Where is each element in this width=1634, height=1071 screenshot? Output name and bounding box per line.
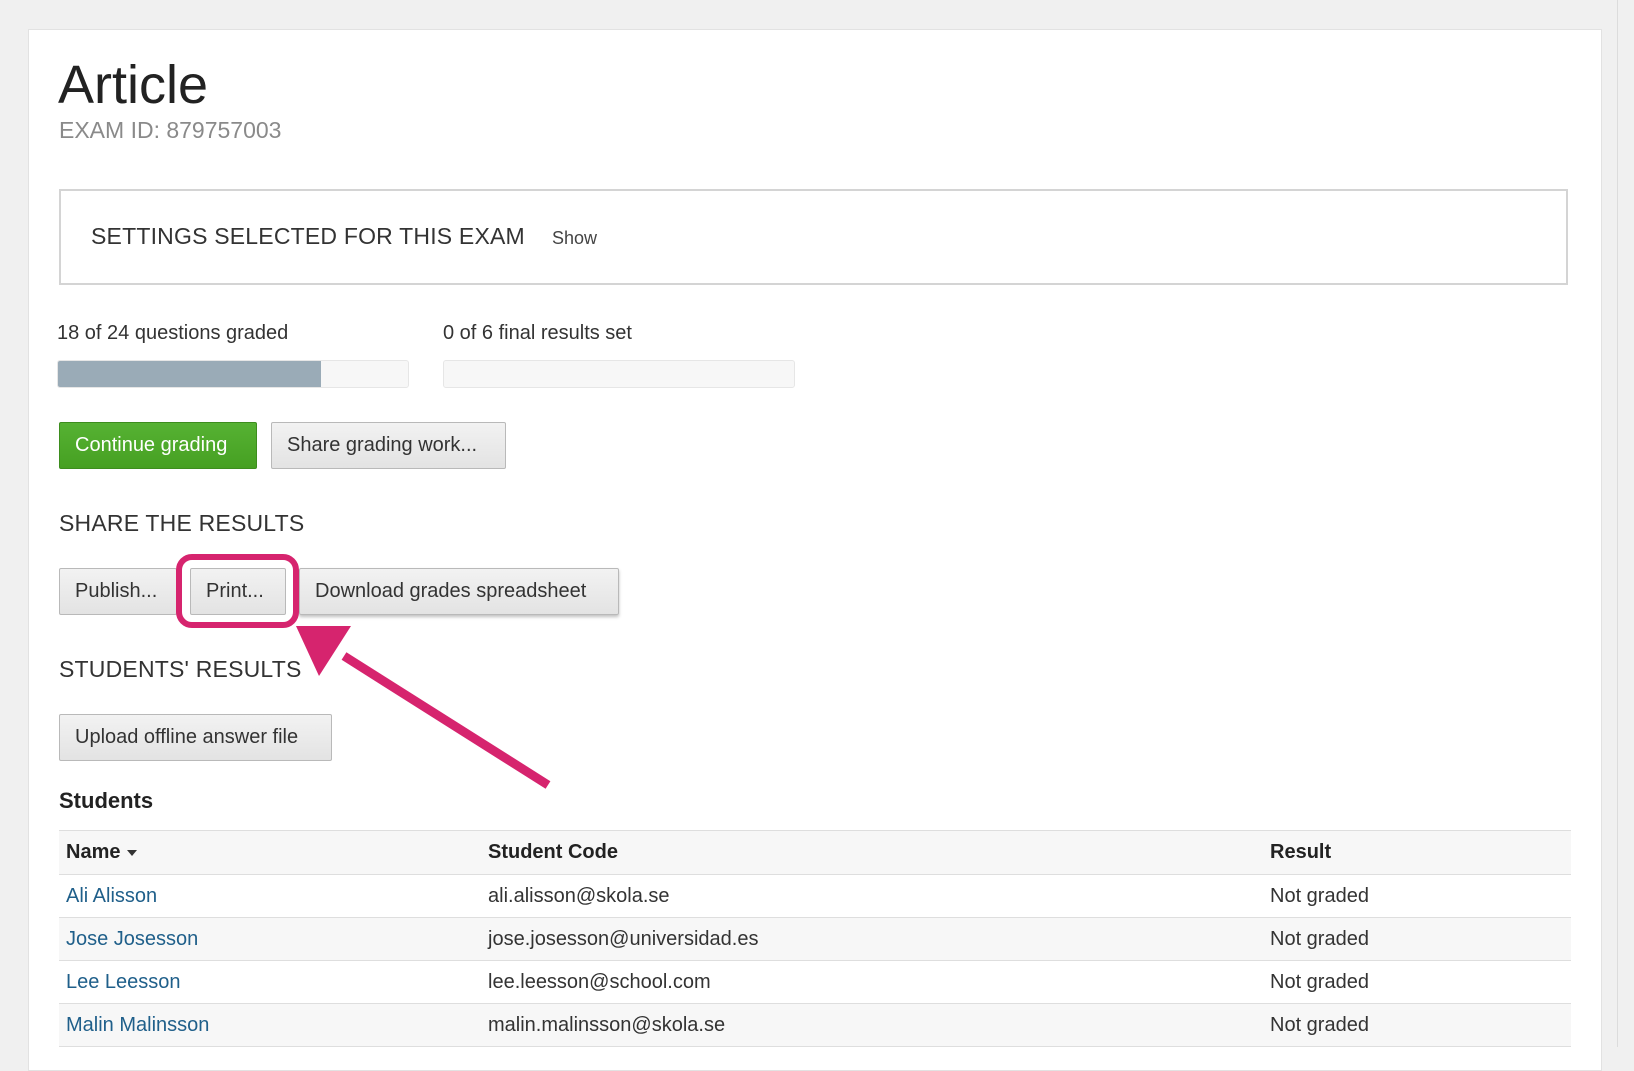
student-result-cell: Not graded [1263, 960, 1571, 1004]
student-result-cell: Not graded [1263, 874, 1571, 918]
table-row: Lee Leesson lee.leesson@school.com Not g… [59, 960, 1571, 1004]
student-code-cell: jose.josesson@universidad.es [481, 917, 1263, 961]
student-name-cell: Jose Josesson [59, 917, 481, 961]
graded-progress-bar [57, 360, 409, 388]
settings-show-link[interactable]: Show [552, 228, 597, 249]
continue-grading-button[interactable]: Continue grading [59, 422, 257, 469]
student-name-link[interactable]: Jose Josesson [66, 928, 198, 950]
table-header-row: Name Student Code Result [59, 830, 1571, 875]
exam-id: EXAM ID: 879757003 [59, 117, 282, 143]
student-name-link[interactable]: Ali Alisson [66, 885, 157, 907]
graded-progress-fill [58, 361, 321, 387]
student-name-cell: Lee Leesson [59, 960, 481, 1004]
print-button[interactable]: Print... [190, 568, 286, 615]
student-name-link[interactable]: Lee Leesson [66, 971, 181, 993]
column-header-result: Result [1263, 830, 1571, 875]
column-header-name[interactable]: Name [59, 830, 481, 875]
sort-down-icon[interactable] [127, 849, 138, 856]
results-progress-label: 0 of 6 final results set [443, 322, 632, 344]
student-code-cell: malin.malinsson@skola.se [481, 1003, 1263, 1047]
settings-title: SETTINGS SELECTED FOR THIS EXAM [91, 223, 525, 249]
download-grades-spreadsheet-button[interactable]: Download grades spreadsheet [299, 568, 619, 615]
table-row: Malin Malinsson malin.malinsson@skola.se… [59, 1003, 1571, 1047]
student-result-cell: Not graded [1263, 1003, 1571, 1047]
settings-panel: SETTINGS SELECTED FOR THIS EXAM Show [59, 189, 1568, 285]
column-header-student-code: Student Code [481, 830, 1263, 875]
student-code-cell: lee.leesson@school.com [481, 960, 1263, 1004]
page-title: Article [58, 55, 209, 115]
students-results-title: STUDENTS' RESULTS [59, 656, 302, 682]
column-header-name-label: Name [66, 841, 121, 863]
results-progress-bar [443, 360, 795, 388]
student-name-cell: Ali Alisson [59, 874, 481, 918]
student-name-cell: Malin Malinsson [59, 1003, 481, 1047]
share-results-title: SHARE THE RESULTS [59, 510, 305, 536]
upload-offline-answer-file-button[interactable]: Upload offline answer file [59, 714, 332, 761]
table-row: Jose Josesson jose.josesson@universidad.… [59, 917, 1571, 961]
publish-button[interactable]: Publish... [59, 568, 177, 615]
share-grading-work-button[interactable]: Share grading work... [271, 422, 506, 469]
students-table: Name Student Code Result Ali Alisson ali… [59, 830, 1571, 1047]
students-heading: Students [59, 788, 154, 813]
student-code-cell: ali.alisson@skola.se [481, 874, 1263, 918]
graded-progress-label: 18 of 24 questions graded [57, 322, 289, 344]
table-row: Ali Alisson ali.alisson@skola.se Not gra… [59, 874, 1571, 918]
student-result-cell: Not graded [1263, 917, 1571, 961]
student-name-link[interactable]: Malin Malinsson [66, 1014, 209, 1036]
page-scroll-gutter [1617, 0, 1634, 1047]
